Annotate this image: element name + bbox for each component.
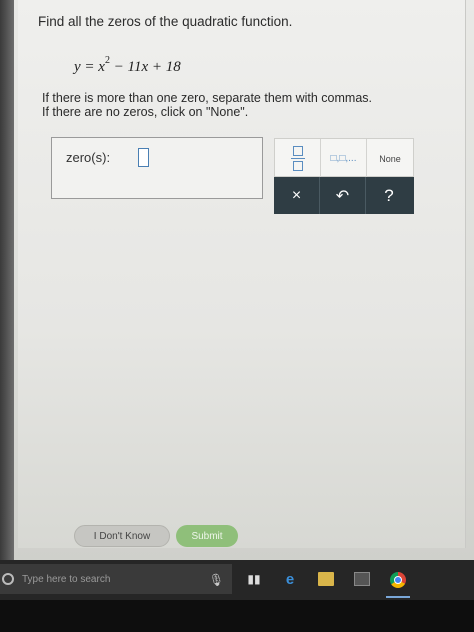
quadratic-equation: y = x2 − 11x + 18 bbox=[74, 55, 181, 76]
question-page: Find all the zeros of the quadratic func… bbox=[18, 0, 466, 548]
instruction-line-1: If there is more than one zero, separate… bbox=[42, 91, 373, 105]
active-app-indicator bbox=[386, 596, 410, 598]
microphone-icon[interactable]: 🎙︎ bbox=[209, 573, 224, 587]
edge-icon[interactable]: e bbox=[282, 571, 298, 588]
store-icon[interactable] bbox=[354, 572, 370, 586]
fraction-denominator-icon bbox=[292, 161, 303, 171]
monitor-bezel-left bbox=[0, 0, 14, 560]
instruction-line-2: If there are no zeros, click on "None". bbox=[42, 105, 249, 119]
file-explorer-icon[interactable] bbox=[318, 572, 334, 586]
search-placeholder: Type here to search bbox=[22, 573, 111, 585]
equation-lhs: y = x bbox=[74, 59, 105, 75]
math-keypad: □,□,... None × ↶ ? bbox=[274, 138, 414, 214]
help-button[interactable]: ? bbox=[366, 177, 412, 214]
fraction-key[interactable] bbox=[275, 139, 321, 178]
keypad-top-row: □,□,... None bbox=[274, 138, 414, 178]
monitor-bezel-bottom bbox=[0, 600, 474, 632]
equation-rhs: − 11x + 18 bbox=[109, 59, 181, 75]
instructions: If there is more than one zero, separate… bbox=[42, 91, 372, 119]
answer-label: zero(s): bbox=[66, 150, 111, 165]
zeros-input[interactable] bbox=[138, 148, 149, 167]
keypad-bottom-row: × ↶ ? bbox=[274, 177, 414, 214]
taskbar-search[interactable]: Type here to search 🎙︎ bbox=[0, 564, 232, 594]
question-prompt: Find all the zeros of the quadratic func… bbox=[38, 14, 293, 29]
dont-know-button[interactable]: I Don't Know bbox=[74, 525, 170, 547]
undo-button[interactable]: ↶ bbox=[320, 177, 366, 214]
submit-button[interactable]: Submit bbox=[176, 525, 238, 547]
task-view-icon[interactable]: ▮▮ bbox=[246, 572, 262, 586]
search-icon bbox=[2, 573, 14, 585]
taskbar: Type here to search 🎙︎ ▮▮ e bbox=[0, 560, 474, 600]
list-key[interactable]: □,□,... bbox=[321, 139, 367, 178]
screen: Find all the zeros of the quadratic func… bbox=[14, 0, 474, 560]
clear-button[interactable]: × bbox=[274, 177, 320, 214]
answer-box: zero(s): bbox=[51, 137, 263, 199]
fraction-bar-icon bbox=[290, 158, 305, 159]
fraction-numerator-icon bbox=[292, 146, 303, 156]
none-button[interactable]: None bbox=[367, 139, 413, 178]
chrome-icon[interactable] bbox=[390, 572, 406, 588]
